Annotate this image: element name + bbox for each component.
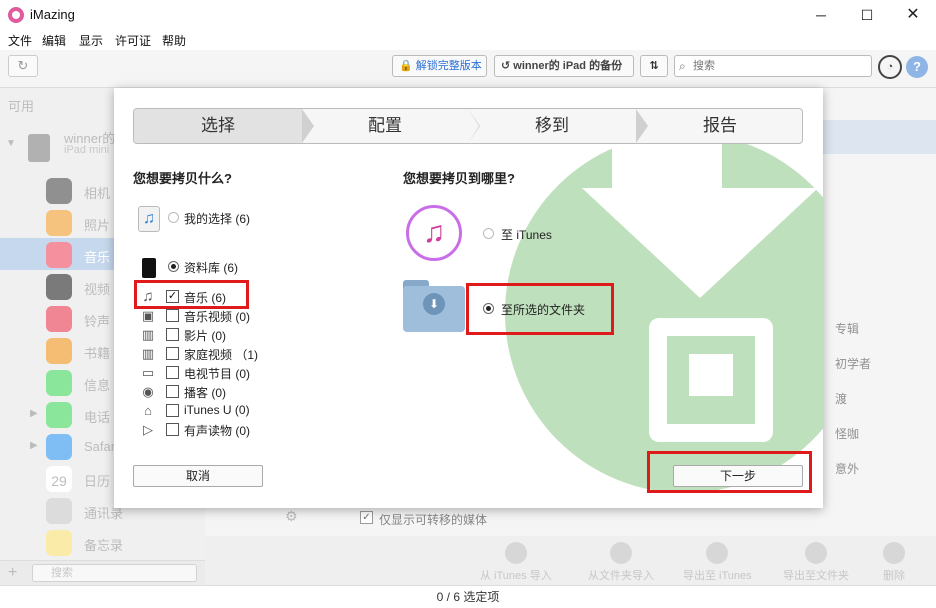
search-input[interactable] — [693, 58, 868, 74]
my-selection-radio[interactable] — [168, 212, 179, 223]
menu-file[interactable]: 文件 — [8, 32, 32, 49]
toolbar: ↻ 🔒 解锁完整版本 ↺ winner的 iPad 的备份 ⇅ ⌕ ◔ ? — [0, 50, 936, 88]
destination-question: 您想要拷贝到哪里? — [403, 171, 515, 186]
unlock-button[interactable]: 🔒 解锁完整版本 — [392, 55, 487, 77]
podcast-icon: ◉ — [142, 384, 154, 399]
menu-edit[interactable]: 编辑 — [42, 32, 66, 49]
cancel-button[interactable]: 取消 — [133, 465, 263, 487]
backup-button[interactable]: ↺ winner的 iPad 的备份 — [494, 55, 634, 77]
app-title: iMazing — [30, 7, 75, 22]
maximize-button[interactable]: ☐ — [844, 0, 890, 30]
search-icon: ⌕ — [679, 59, 686, 73]
highlight-music-option — [134, 280, 249, 309]
music-video-checkbox[interactable] — [166, 309, 179, 322]
itunes-selection-icon: ♫ — [138, 206, 160, 232]
minimize-button[interactable]: ─ — [798, 0, 844, 30]
menu-bar: 文件 编辑 显示 许可证 帮助 — [0, 30, 936, 50]
highlight-next-button — [647, 451, 812, 493]
itunes-u-icon: ⌂ — [144, 403, 152, 418]
unlock-label: 解锁完整版本 — [415, 60, 482, 72]
close-button[interactable]: ✕ — [890, 0, 936, 30]
step-report: 报告 — [703, 116, 737, 135]
movies-label: 影片 (0) — [184, 329, 227, 343]
device-screen — [689, 354, 733, 396]
audiobooks-label: 有声读物 (0) — [184, 424, 251, 438]
film-icon: ▥ — [141, 327, 155, 342]
ipad-icon — [142, 258, 156, 278]
tv-icon: ▭ — [141, 365, 155, 380]
source-question: 您想要拷贝什么? — [133, 171, 232, 186]
backup-label: winner的 iPad 的备份 — [513, 60, 623, 72]
refresh-icon: ↻ — [17, 58, 29, 73]
export-illustration-arrow-head — [582, 188, 818, 298]
audiobooks-checkbox[interactable] — [166, 423, 179, 436]
download-arrow-icon: ⬇ — [423, 293, 445, 315]
home-video-icon: ▥ — [141, 346, 155, 361]
menu-license[interactable]: 许可证 — [115, 32, 151, 49]
itunes-icon: ♫ — [406, 205, 462, 261]
search-box[interactable]: ⌕ — [674, 55, 872, 77]
app-logo-icon — [8, 7, 24, 23]
to-itunes-radio[interactable] — [483, 228, 494, 239]
title-bar: iMazing ─ ☐ ✕ — [0, 0, 936, 30]
podcasts-checkbox[interactable] — [166, 385, 179, 398]
help-button[interactable]: ? — [906, 56, 928, 78]
menu-view[interactable]: 显示 — [79, 32, 103, 49]
home-video-label: 家庭视频 （1) — [184, 348, 259, 362]
wizard-steps: 选择 配置 移到 报告 — [133, 108, 803, 144]
library-radio[interactable] — [168, 261, 179, 272]
library-label: 资料库 (6) — [184, 261, 239, 275]
menu-help[interactable]: 帮助 — [162, 32, 186, 49]
music-video-icon: ▣ — [141, 308, 155, 323]
highlight-folder-option — [466, 283, 614, 335]
status-bar: 0 / 6 选定项 — [0, 585, 936, 608]
step-configure: 配置 — [368, 116, 402, 135]
transfer-arrows-icon: ⇅ — [649, 60, 659, 72]
tv-shows-label: 电视节目 (0) — [184, 367, 251, 381]
my-selection-label: 我的选择 (6) — [184, 212, 251, 226]
refresh-button[interactable]: ↻ — [8, 55, 38, 77]
tv-shows-checkbox[interactable] — [166, 366, 179, 379]
to-itunes-label: 至 iTunes — [501, 228, 552, 242]
home-video-checkbox[interactable] — [166, 347, 179, 360]
transfer-button[interactable]: ⇅ — [640, 55, 668, 77]
step-move: 移到 — [535, 116, 569, 135]
lock-icon: 🔒 — [399, 60, 413, 72]
itunes-u-checkbox[interactable] — [166, 404, 179, 417]
itunes-u-label: iTunes U (0) — [184, 403, 250, 417]
step-select: 选择 — [134, 109, 302, 143]
audiobook-icon: ▷ — [143, 422, 153, 437]
history-icon: ↺ — [501, 60, 511, 72]
music-video-label: 音乐视频 (0) — [184, 310, 251, 324]
movies-checkbox[interactable] — [166, 328, 179, 341]
export-illustration-device — [649, 318, 773, 442]
wifi-icon[interactable]: ◔ — [878, 55, 902, 79]
podcasts-label: 播客 (0) — [184, 386, 227, 400]
